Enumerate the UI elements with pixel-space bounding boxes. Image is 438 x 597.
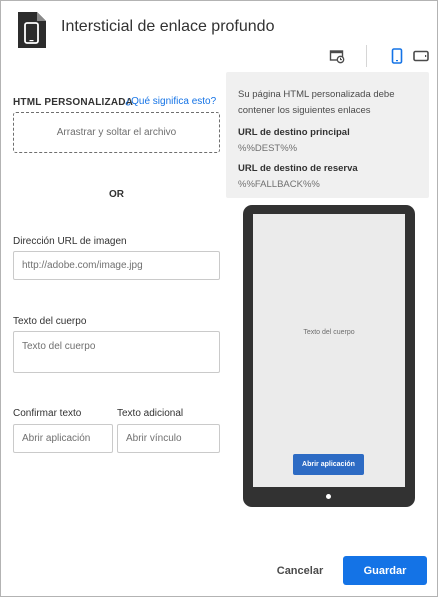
save-button[interactable]: Guardar bbox=[343, 556, 427, 585]
info-intro: Su página HTML personalizada debe conten… bbox=[238, 89, 395, 116]
fallback-url-token: %%FALLBACK%% bbox=[238, 179, 320, 190]
body-text-label: Texto del cuerpo bbox=[13, 316, 87, 327]
toolbar-divider bbox=[366, 45, 367, 67]
confirm-text-input[interactable] bbox=[13, 424, 113, 453]
primary-url-token: %%DEST%% bbox=[238, 143, 298, 154]
tablet-home-button bbox=[326, 494, 331, 499]
cancel-button[interactable]: Cancelar bbox=[269, 557, 331, 585]
preview-body-text: Texto del cuerpo bbox=[303, 329, 355, 336]
primary-url-heading: URL de destino principal bbox=[238, 127, 350, 138]
preview-open-app-button: Abrir aplicación bbox=[293, 454, 364, 475]
image-url-label: Dirección URL de imagen bbox=[13, 236, 127, 247]
body-text-input[interactable] bbox=[13, 331, 220, 373]
required-links-info: Su página HTML personalizada debe conten… bbox=[226, 72, 429, 198]
image-url-input[interactable] bbox=[13, 251, 220, 280]
tablet-landscape-icon[interactable] bbox=[412, 47, 430, 65]
tablet-portrait-icon[interactable] bbox=[388, 47, 406, 65]
help-link[interactable]: ¿Qué significa esto? bbox=[125, 96, 216, 107]
dialog: Intersticial de enlace profundo HTML PER… bbox=[0, 0, 438, 597]
fallback-url-heading: URL de destino de reserva bbox=[238, 163, 358, 174]
additional-text-input[interactable] bbox=[117, 424, 220, 453]
or-separator: OR bbox=[109, 189, 124, 200]
confirm-text-label: Confirmar texto bbox=[13, 408, 82, 419]
page-title: Intersticial de enlace profundo bbox=[61, 18, 275, 35]
file-dropzone[interactable]: Arrastrar y soltar el archivo bbox=[13, 112, 220, 153]
custom-html-label: HTML PERSONALIZADA bbox=[13, 97, 134, 108]
mobile-app-document-icon bbox=[18, 12, 46, 48]
preview-refresh-icon[interactable] bbox=[328, 47, 346, 65]
additional-text-label: Texto adicional bbox=[117, 408, 184, 419]
tablet-screen bbox=[253, 214, 405, 487]
